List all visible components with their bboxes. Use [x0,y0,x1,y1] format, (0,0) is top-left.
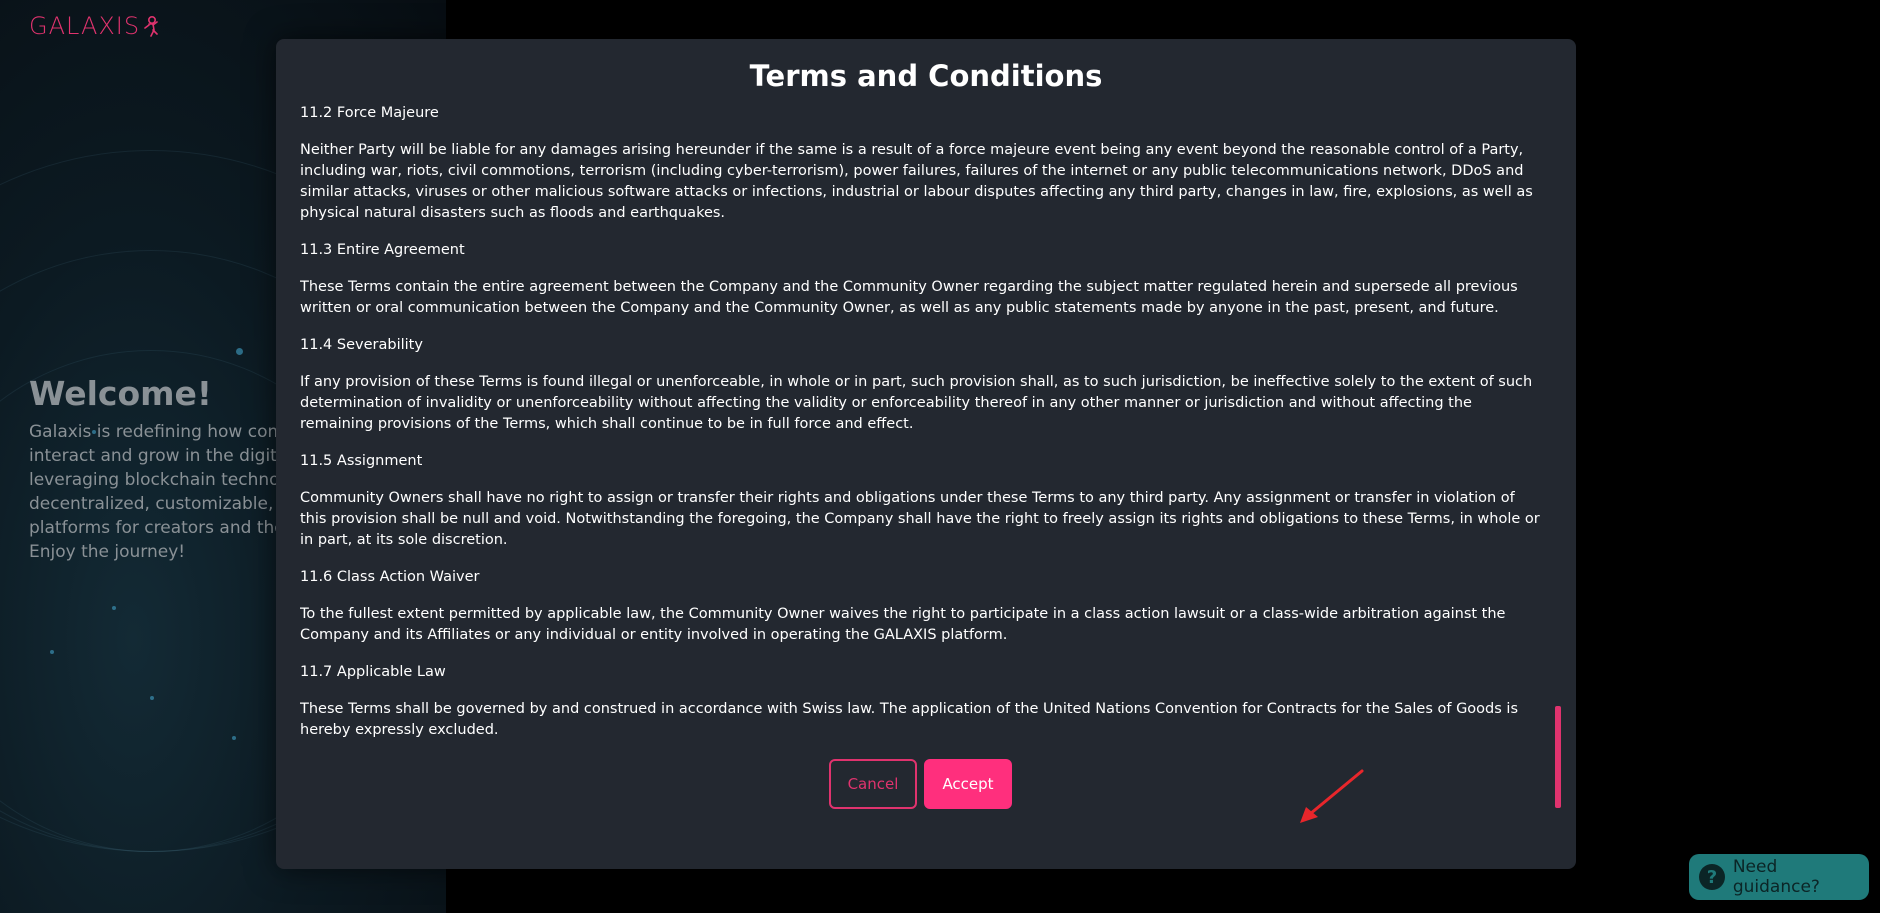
galaxis-logo[interactable]: GALAXIS [29,12,160,40]
star-dot [112,606,116,610]
section-text: These Terms contain the entire agreement… [300,279,1518,316]
section-heading: 11.4 Severability [300,337,423,353]
section-heading: 11.7 Applicable Law [300,664,446,680]
section-heading: 11.3 Entire Agreement [300,242,465,258]
section-text: Neither Party will be liable for any dam… [300,142,1533,221]
star-dot [50,650,54,654]
star-dot [236,348,243,355]
red-arrow-annotation [1300,769,1364,823]
accept-button[interactable]: Accept [924,759,1012,809]
need-guidance-button[interactable]: ? Need guidance? [1689,854,1869,900]
star-dot [150,696,154,700]
welcome-title: Welcome! [29,374,212,413]
section-heading: 11.5 Assignment [300,453,423,469]
section-heading: 11.6 Class Action Waiver [300,569,480,585]
logo-text: GALAXIS [29,12,141,40]
modal-title: Terms and Conditions [749,59,1103,93]
star-dot [232,736,236,740]
section-text: If any provision of these Terms is found… [300,374,1533,432]
section-text: These Terms shall be governed by and con… [300,701,1518,738]
astronaut-icon [144,15,158,37]
scrollbar-thumb[interactable] [1555,706,1561,808]
terms-modal: Terms and Conditions 11.2 Force Majeure … [276,39,1576,869]
terms-content[interactable]: 11.2 Force Majeure Neither Party will be… [300,103,1545,783]
section-text: Community Owners shall have no right to … [300,490,1540,548]
question-icon: ? [1699,864,1725,890]
section-heading: 11.2 Force Majeure [300,105,439,121]
cancel-button[interactable]: Cancel [829,759,917,809]
guidance-label: Need guidance? [1732,857,1820,897]
section-text: To the fullest extent permitted by appli… [300,606,1506,643]
